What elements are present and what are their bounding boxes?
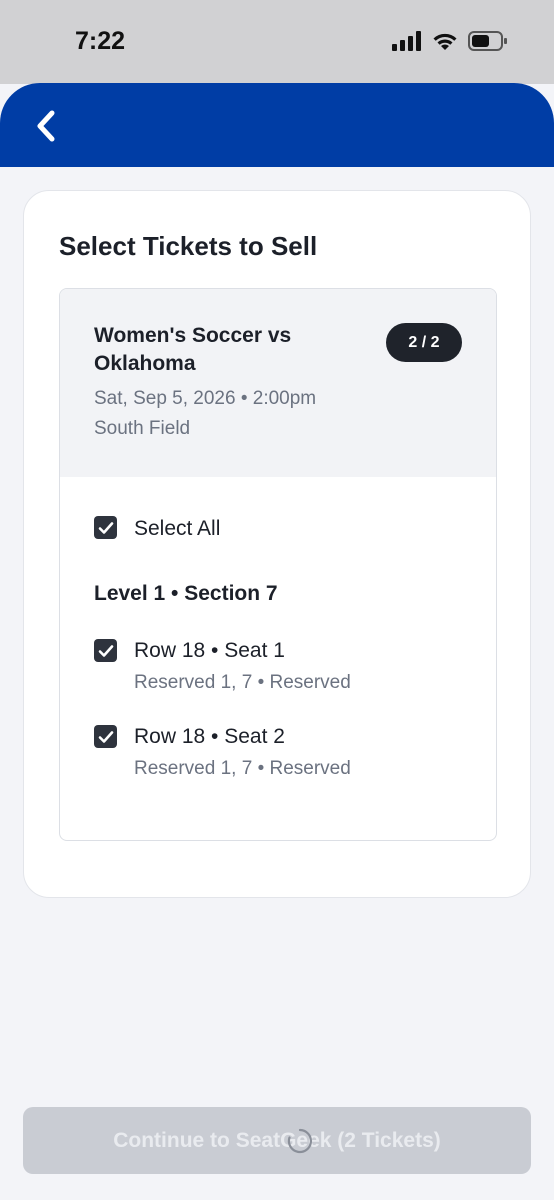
event-header: Women's Soccer vs Oklahoma 2 / 2 Sat, Se…	[60, 289, 496, 477]
continue-button-label: Continue to SeatGeek (2 Tickets)	[113, 1128, 441, 1152]
select-tickets-card: Select Tickets to Sell Women's Soccer vs…	[23, 190, 531, 898]
seat-label[interactable]: Row 18 • Seat 1	[134, 639, 285, 663]
select-all-label[interactable]: Select All	[134, 517, 220, 541]
checkmark-icon	[98, 730, 113, 743]
chevron-left-icon	[37, 110, 55, 142]
seat-checkbox[interactable]	[94, 639, 117, 662]
seat-detail: Reserved 1, 7 • Reserved	[134, 672, 351, 693]
seat-checkbox[interactable]	[94, 725, 117, 748]
app-header	[0, 83, 554, 167]
event-tickets-box: Women's Soccer vs Oklahoma 2 / 2 Sat, Se…	[59, 288, 497, 841]
checkmark-icon	[98, 644, 113, 657]
seat-label[interactable]: Row 18 • Seat 2	[134, 725, 285, 749]
event-date-time: Sat, Sep 5, 2026 • 2:00pm	[94, 388, 317, 409]
spinner-icon	[287, 1128, 312, 1154]
event-name: Women's Soccer vs Oklahoma	[94, 324, 292, 375]
seat-detail: Reserved 1, 7 • Reserved	[134, 758, 351, 779]
back-button[interactable]	[26, 106, 66, 146]
page-title: Select Tickets to Sell	[59, 231, 318, 261]
continue-to-seatgeek-button[interactable]: Continue to SeatGeek (2 Tickets)	[23, 1107, 531, 1174]
section-heading: Level 1 • Section 7	[94, 582, 278, 605]
status-bar: 7:22	[0, 0, 554, 84]
event-venue: South Field	[94, 418, 191, 439]
ticket-count-badge: 2 / 2	[386, 323, 462, 362]
signal-icon	[392, 31, 421, 51]
status-icons	[392, 30, 508, 52]
wifi-icon	[433, 33, 457, 50]
status-time: 7:22	[75, 27, 126, 55]
checkmark-icon	[98, 521, 113, 534]
select-all-checkbox[interactable]	[94, 516, 117, 539]
battery-icon	[468, 31, 507, 51]
